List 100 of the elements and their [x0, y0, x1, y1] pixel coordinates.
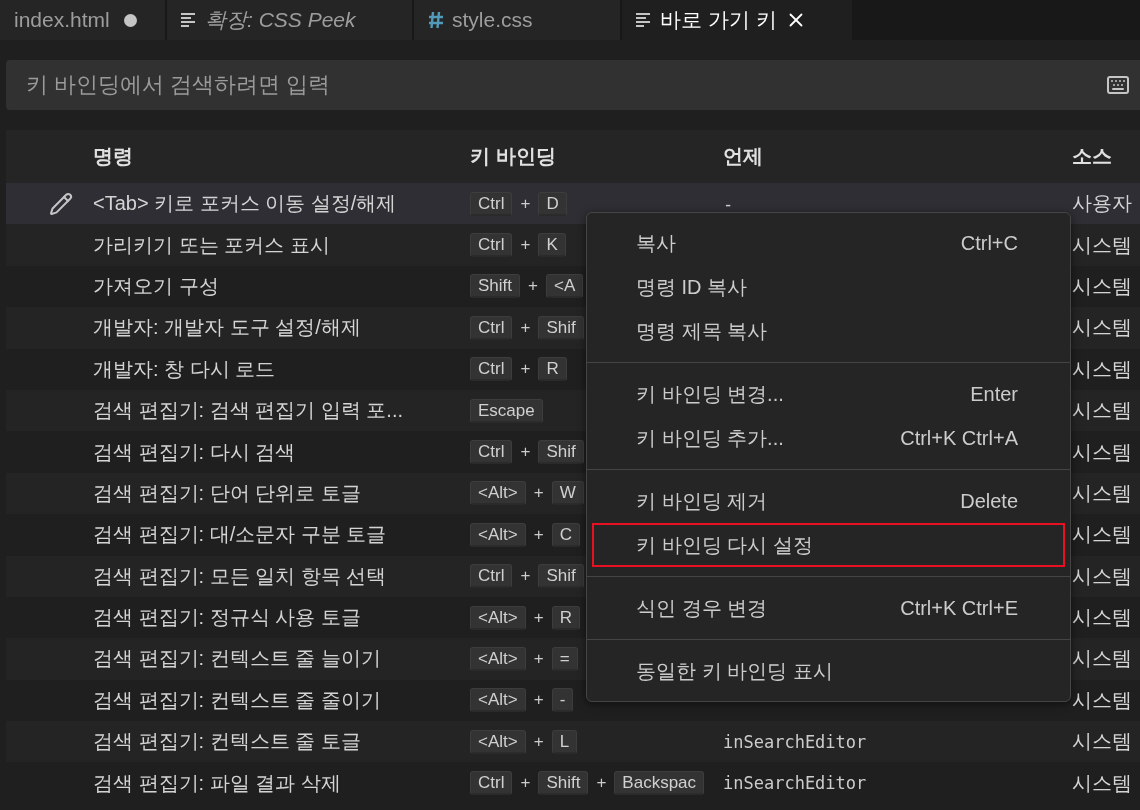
key-cap: Escape — [470, 398, 543, 423]
key-cap: Shift — [538, 771, 589, 796]
command-cell-text: 개발자: 개발자 도구 설정/해제 — [93, 315, 362, 341]
menu-shortcut: Delete — [960, 489, 1018, 513]
column-header[interactable]: 언제 — [723, 143, 1072, 170]
source-cell-text: 시스템 — [1072, 563, 1133, 589]
menu-shortcut: Ctrl+C — [960, 231, 1018, 255]
plus-sign: + — [533, 690, 544, 711]
plus-sign: + — [528, 276, 538, 297]
column-header[interactable]: 명령 — [93, 143, 470, 170]
key-cap: <Alt> — [470, 481, 526, 506]
plus-sign: + — [533, 483, 544, 504]
source-cell-text: 시스템 — [1072, 729, 1133, 755]
plus-sign: + — [533, 649, 544, 669]
source-cell-text: 시스템 — [1072, 273, 1133, 299]
keyboard-icon[interactable] — [1106, 73, 1130, 97]
plus-sign: + — [520, 773, 531, 794]
key-cap: Shift — [470, 274, 521, 299]
source-cell-text: 시스템 — [1072, 315, 1133, 341]
file-lines-icon — [636, 13, 652, 27]
key-cap: K — [538, 233, 566, 258]
key-cap: <Alt> — [470, 605, 526, 630]
tab-label: 바로 가기 키 — [660, 7, 777, 33]
search-field[interactable]: 키 바인딩에서 검색하려면 입력 — [6, 60, 1140, 110]
key-cap: - — [551, 688, 574, 713]
when-cell-text: inSearchEditor — [723, 731, 868, 752]
menu-item-label: 식인 경우 변경 — [636, 595, 768, 621]
edit-icon[interactable] — [49, 191, 73, 216]
plus-sign: + — [596, 773, 607, 794]
menu-item-label: 복사 — [636, 230, 676, 256]
key-cap: = — [551, 647, 578, 671]
command-cell-text: 검색 편집기: 검색 편집기 입력 포... — [93, 398, 404, 424]
key-cap: <Alt> — [470, 729, 526, 754]
menu-item-label: 명령 제목 복사 — [636, 318, 768, 344]
command-cell-text: 검색 편집기: 컨텍스트 줄 줄이기 — [93, 687, 382, 713]
editor-tab[interactable]: style.css — [414, 0, 620, 40]
key-cap: Ctrl — [470, 191, 513, 216]
command-cell-text: 검색 편집기: 파일 결과 삭제 — [93, 770, 342, 796]
key-cap: Shif — [538, 564, 584, 589]
hash-icon — [428, 11, 444, 29]
source-cell-text: 사용자 — [1072, 191, 1133, 217]
source-cell-text: 시스템 — [1072, 232, 1133, 258]
plus-sign: + — [520, 317, 531, 338]
menu-item-label: 명령 ID 복사 — [636, 274, 748, 300]
key-cap: Ctrl — [470, 233, 513, 258]
menu-shortcut: Ctrl+K Ctrl+E — [900, 596, 1018, 620]
source-cell-text: 시스템 — [1072, 439, 1133, 465]
tab-label: 확장: CSS Peek — [205, 7, 356, 33]
source-cell-text: 시스템 — [1072, 398, 1133, 424]
key-cap: Ctrl — [470, 357, 513, 382]
editor-tab[interactable]: 확장: CSS Peek — [167, 0, 412, 40]
key-cap: <Alt> — [470, 688, 526, 713]
column-header[interactable]: 키 바인딩 — [470, 143, 723, 170]
source-cell-text: 시스템 — [1072, 522, 1133, 548]
plus-sign: + — [520, 359, 531, 380]
plus-sign: + — [520, 566, 531, 587]
source-cell-text: 시스템 — [1072, 646, 1133, 672]
source-cell-text: 시스템 — [1072, 770, 1133, 796]
unsaved-dot-icon — [124, 13, 137, 27]
key-cap: <Alt> — [470, 647, 526, 671]
command-cell-text: 검색 편집기: 정규식 사용 토글 — [93, 605, 362, 631]
plus-sign: + — [520, 235, 531, 256]
command-cell-text: 검색 편집기: 대/소문자 구분 토글 — [93, 522, 388, 548]
key-cap: <Alt> — [470, 522, 526, 547]
menu-item-label: 키 바인딩 제거 — [636, 488, 768, 514]
key-cap: C — [551, 522, 580, 547]
editor-tab[interactable]: 바로 가기 키 — [622, 0, 852, 40]
source-cell-text: 시스템 — [1072, 480, 1133, 506]
command-cell-text: 검색 편집기: 컨텍스트 줄 늘이기 — [93, 646, 382, 672]
plus-sign: + — [533, 731, 544, 752]
key-cap: L — [551, 729, 578, 754]
source-cell-text: 시스템 — [1072, 605, 1133, 631]
plus-sign: + — [520, 193, 531, 214]
file-lines-icon — [181, 13, 197, 27]
key-cap: R — [551, 605, 580, 630]
key-cap: R — [538, 357, 567, 382]
menu-item-label: 키 바인딩 다시 설정 — [636, 532, 813, 558]
tab-label: index.html — [14, 8, 110, 32]
key-cap: Shif — [538, 315, 584, 340]
key-cap: Ctrl — [470, 440, 513, 465]
command-cell-text: 검색 편집기: 컨텍스트 줄 토글 — [93, 729, 362, 755]
editor-tab[interactable]: index.html — [0, 0, 165, 40]
key-cap: Ctrl — [470, 564, 513, 589]
source-cell-text: 시스템 — [1072, 356, 1133, 382]
key-cap: Ctrl — [470, 315, 513, 340]
key-cap: D — [538, 191, 567, 216]
command-cell-text: 가리키기 또는 포커스 표시 — [93, 232, 331, 258]
tab-label: style.css — [452, 8, 533, 32]
menu-item[interactable]: 명령 ID 복사 — [592, 265, 1065, 309]
command-cell-text: 개발자: 창 다시 로드 — [93, 356, 277, 382]
column-header[interactable]: 소스 — [1072, 143, 1140, 170]
table-row[interactable]: 검색 편집기: 컨텍스트 줄 토글 <Alt> + L inSearchEditor 시스템 — [6, 721, 1140, 763]
command-cell-text: 검색 편집기: 단어 단위로 토글 — [93, 480, 362, 506]
plus-sign: + — [533, 524, 544, 545]
command-cell-text: 가져오기 구성 — [93, 273, 220, 299]
plus-sign: + — [520, 442, 531, 463]
command-cell-text: 검색 편집기: 모든 일치 항목 선택 — [93, 563, 388, 589]
source-cell-text: 시스템 — [1072, 687, 1133, 713]
key-cap: <A — [545, 274, 584, 299]
plus-sign: + — [533, 607, 544, 628]
